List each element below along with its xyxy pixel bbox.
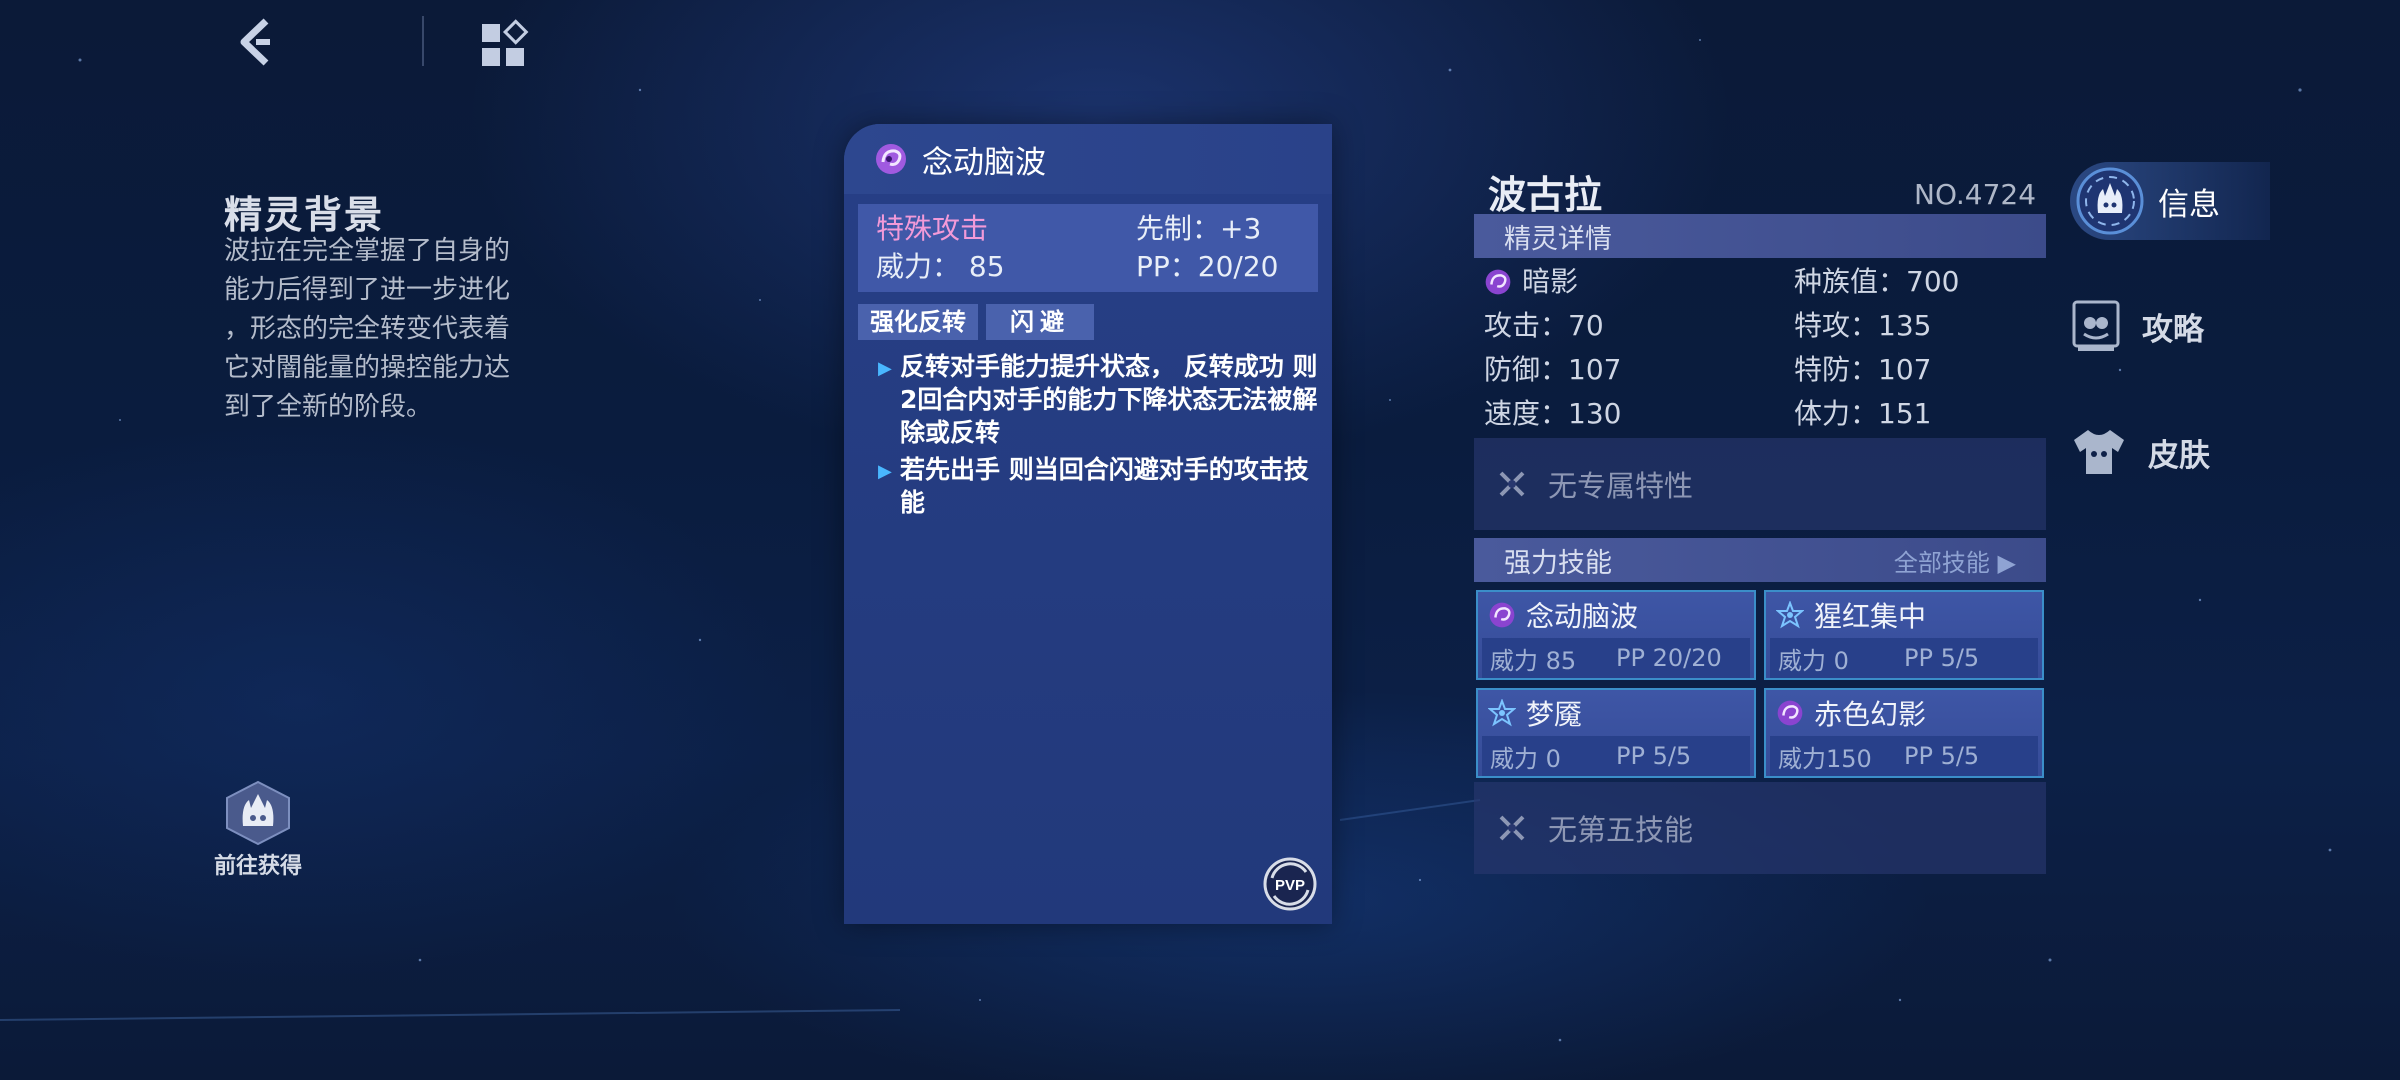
moves-grid: 念动脑波 威力 85 PP 20/20 猩红集中 威力 0 PP 5/5 梦魇 威力… [1476,590,2046,778]
stat-sp-attack: 特攻：135 [1794,309,1932,342]
skill-tag: 强化反转 [858,304,978,340]
pet-name: 波古拉 [1488,173,1603,217]
chevron-right-icon: ▶ [1997,548,2016,577]
pet-number: NO.4724 [1914,178,2037,211]
skill-name: 念动脑波 [922,144,1046,181]
tab-guide-label: 攻略 [2142,311,2204,348]
move-pp: PP 20/20 [1616,644,1722,672]
move-pp: PP 5/5 [1904,644,1980,672]
obtain-button[interactable]: 前往获得 [212,780,304,880]
move-pp: PP 5/5 [1904,742,1980,770]
skin-shirt-icon [2074,430,2124,474]
move-name: 猩红集中 [1814,600,1927,633]
move-name: 梦魇 [1526,698,1583,731]
skill-stat-box: 特殊攻击 先制：+3 威力： 85 PP：20/20 [858,204,1318,292]
cross-icon [1499,471,1525,497]
stat-speed: 速度：130 [1484,397,1622,430]
lore-title: 精灵背景 [224,193,385,237]
stat-sp-defense: 特防：107 [1794,353,1932,386]
lore-text: 波拉在完全掌握了自身的 能力后得到了进一步进化 ，形态的完全转变代表着 它对闇能… [224,236,511,422]
move-card[interactable]: 猩红集中 威力 0 PP 5/5 [1764,590,2044,680]
pvp-icon: PVP [1263,857,1317,911]
move-name: 赤色幻影 [1814,698,1927,731]
skill-power: 威力： 85 [876,250,1005,283]
shadow-swirl-icon [1489,602,1515,628]
skill-card-header: 念动脑波 [844,124,1332,194]
tab-skin[interactable]: 皮肤 [2070,426,2210,478]
move-card[interactable]: 梦魇 威力 0 PP 5/5 [1476,688,1756,778]
star-buff-icon [1776,601,1804,629]
skill-detail-card: 念动脑波 特殊攻击 先制：+3 威力： 85 PP：20/20 强化反转 闪避 … [844,124,1332,924]
pvp-toggle-button[interactable]: PVP [1262,856,1318,912]
bullet-arrow-icon: ▶ [878,461,892,482]
move-name: 念动脑波 [1526,600,1639,633]
skill-pp: PP：20/20 [1136,250,1279,283]
obtain-label: 前往获得 [213,854,302,879]
skill-priority: 先制：+3 [1136,212,1262,245]
stat-hp: 体力：151 [1794,397,1932,430]
move-pp: PP 5/5 [1616,742,1692,770]
guide-book-icon [2072,300,2120,351]
menu-button[interactable] [478,18,530,70]
stats-grid: 暗影 种族值：700 攻击：70 特攻：135 防御：107 特防：107 速度… [1484,262,2044,434]
shadow-swirl-icon [1777,700,1803,726]
stat-defense: 防御：107 [1484,353,1622,386]
back-button[interactable] [228,14,284,70]
move-card[interactable]: 赤色幻影 威力150 PP 5/5 [1764,688,2044,778]
effect-item: ▶ 反转对手能力提升状态， 反转成功 则2回合内对手的能力下降状态无法被解除或反… [878,352,1318,447]
move-power: 威力 0 [1490,744,1561,773]
stat-race-value: 种族值：700 [1794,265,1960,298]
skills-header: 强力技能 全部技能 ▶ [1474,538,2046,582]
all-skills-link[interactable]: 全部技能 ▶ [1894,543,2016,578]
shadow-type-icon [1485,269,1511,295]
skill-effects: ▶ 反转对手能力提升状态， 反转成功 则2回合内对手的能力下降状态无法被解除或反… [878,350,1318,523]
cross-icon [1499,815,1525,841]
move-power: 威力 0 [1778,646,1849,675]
skill-tag: 闪避 [986,304,1094,340]
bullet-arrow-icon: ▶ [878,358,892,379]
tab-guide[interactable]: 攻略 [2070,298,2204,354]
detail-header: 精灵详情 [1474,214,2046,258]
shadow-swirl-icon [876,144,906,174]
attribute: 暗影 [1484,262,1794,302]
tab-skin-label: 皮肤 [2148,437,2210,474]
svg-text:PVP: PVP [1275,877,1305,894]
move-power: 威力150 [1778,744,1872,773]
move-power: 威力 85 [1490,646,1577,675]
trait-panel: 无专属特性 [1474,438,2046,530]
grid-menu-icon [482,19,529,66]
info-pet-icon [2076,167,2144,235]
pet-badge-icon [226,780,290,846]
tab-info[interactable]: 信息 [2070,162,2270,240]
fifth-skill-panel: 无第五技能 [1474,782,2046,874]
stat-attack: 攻击：70 [1484,309,1604,342]
tab-info-label: 信息 [2158,186,2220,223]
back-arrow-icon [240,18,270,66]
skill-category: 特殊攻击 [876,212,989,245]
effect-item: ▶ 若先出手 则当回合闪避对手的攻击技能 [878,455,1309,517]
skill-tags: 强化反转 闪避 [858,304,1094,340]
top-divider [422,16,424,66]
move-card[interactable]: 念动脑波 威力 85 PP 20/20 [1476,590,1756,680]
star-buff-icon [1488,699,1516,727]
